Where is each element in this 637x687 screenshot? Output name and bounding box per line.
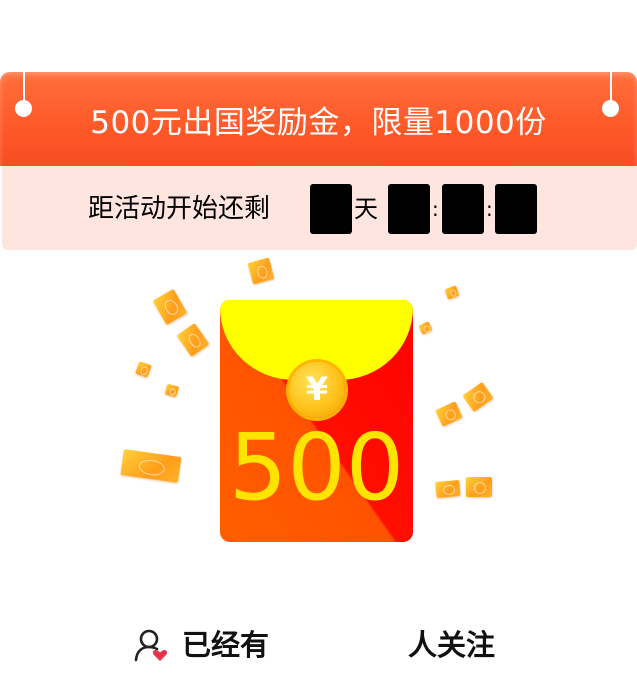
money-bill-decoration xyxy=(120,449,182,483)
money-bill-decoration xyxy=(135,361,152,378)
countdown-label: 距活动开始还剩 xyxy=(88,194,271,224)
money-bill-decoration xyxy=(435,479,461,499)
banner-title: 500元出国奖励金，限量1000份 xyxy=(90,105,547,141)
red-packet: ¥ 500 xyxy=(220,300,413,542)
money-bill-decoration xyxy=(164,383,180,398)
countdown-seconds-box xyxy=(495,184,537,234)
money-bill-decoration xyxy=(466,477,492,497)
money-bill-decoration xyxy=(435,401,463,427)
user-heart-icon xyxy=(134,629,168,662)
money-bill-decoration xyxy=(444,285,460,300)
countdown-day-unit: 天 xyxy=(354,195,378,223)
red-packet-illustration: ¥ 500 xyxy=(110,255,510,555)
money-bill-decoration xyxy=(418,321,433,335)
countdown-separator: : xyxy=(432,197,439,221)
countdown-separator: : xyxy=(486,197,493,221)
follow-prefix: 已经有 xyxy=(182,628,270,662)
countdown-days-box xyxy=(310,184,352,234)
red-packet-amount: 500 xyxy=(228,414,405,521)
follow-suffix: 人关注 xyxy=(408,628,496,662)
yuan-symbol: ¥ xyxy=(305,370,329,408)
event-banner: 500元出国奖励金，限量1000份 xyxy=(0,72,637,166)
countdown-minutes-box xyxy=(442,184,484,234)
hanger-line-right xyxy=(610,72,612,102)
follow-count-row: 已经有 人关注 xyxy=(0,620,637,670)
coin-icon: ¥ xyxy=(289,362,345,418)
money-bill-decoration xyxy=(247,257,275,285)
hanger-line-left xyxy=(23,72,25,102)
money-bill-decoration xyxy=(152,288,188,326)
money-bill-decoration xyxy=(176,323,210,357)
countdown-hours-box xyxy=(388,184,430,234)
countdown-panel: 距活动开始还剩 天 : : xyxy=(2,166,637,250)
money-bill-decoration xyxy=(462,381,494,413)
